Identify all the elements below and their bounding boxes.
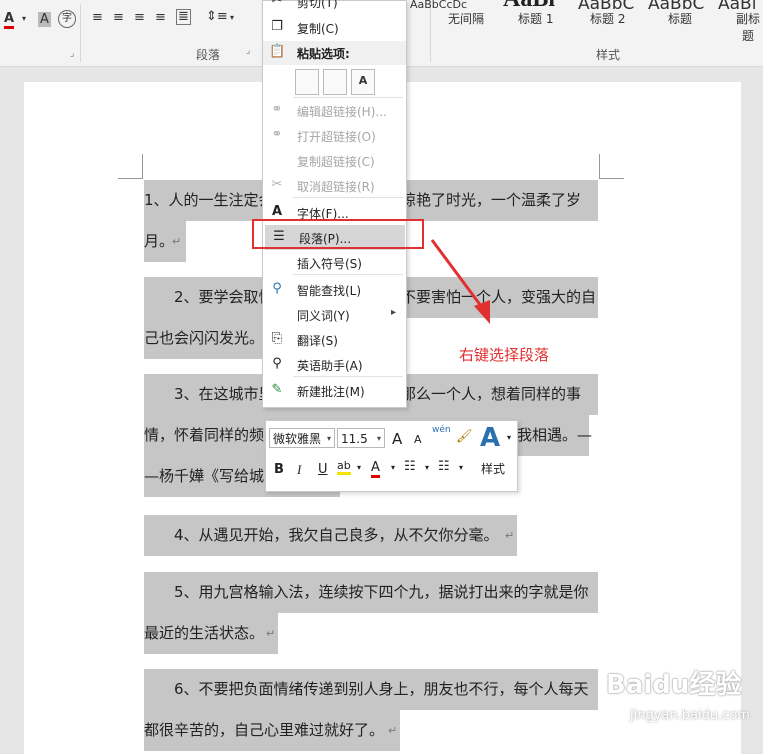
grow-font-button[interactable]: A — [392, 430, 402, 448]
styles-icon[interactable]: A — [480, 423, 500, 453]
chevron-down-icon[interactable]: ▾ — [507, 433, 511, 442]
chevron-down-icon: ▾ — [326, 434, 331, 443]
font-size-value: 11.5 — [341, 432, 368, 446]
arrow-shaft — [430, 239, 486, 311]
watermark-url: jingyan.baidu.com — [630, 708, 750, 723]
font-name-value: 微软雅黑 — [273, 432, 322, 446]
shrink-font-button[interactable]: A — [414, 433, 422, 446]
font-size-combo[interactable]: 11.5 ▾ — [337, 428, 385, 448]
chevron-down-icon[interactable]: ▾ — [391, 463, 395, 472]
highlight-color-icon[interactable]: ab — [337, 459, 351, 475]
watermark-logo: Baidu经验 — [606, 670, 742, 700]
arrow-head — [474, 300, 490, 324]
italic-button[interactable]: I — [297, 462, 301, 478]
mini-toolbar: 微软雅黑 ▾ 11.5 ▾ A A wén 🖌 A ▾ 样式 B I U ab … — [265, 420, 518, 492]
chevron-down-icon[interactable]: ▾ — [425, 463, 429, 472]
bold-button[interactable]: B — [274, 462, 284, 477]
underline-button[interactable]: U — [318, 462, 328, 477]
format-painter-icon[interactable]: 🖌 — [456, 429, 473, 444]
numbering-icon[interactable]: ☷ — [438, 459, 450, 474]
chevron-down-icon: ▾ — [376, 434, 381, 443]
chevron-down-icon[interactable]: ▾ — [357, 463, 361, 472]
bullets-icon[interactable]: ☷ — [404, 459, 416, 474]
font-color-icon[interactable]: A — [371, 460, 380, 478]
font-name-combo[interactable]: 微软雅黑 ▾ — [269, 428, 335, 448]
phonetic-guide-button[interactable]: wén — [432, 425, 451, 435]
annotation-arrow — [430, 239, 490, 324]
annotation-text: 右键选择段落 — [459, 346, 550, 364]
chevron-down-icon[interactable]: ▾ — [459, 463, 463, 472]
styles-label[interactable]: 样式 — [481, 460, 505, 477]
